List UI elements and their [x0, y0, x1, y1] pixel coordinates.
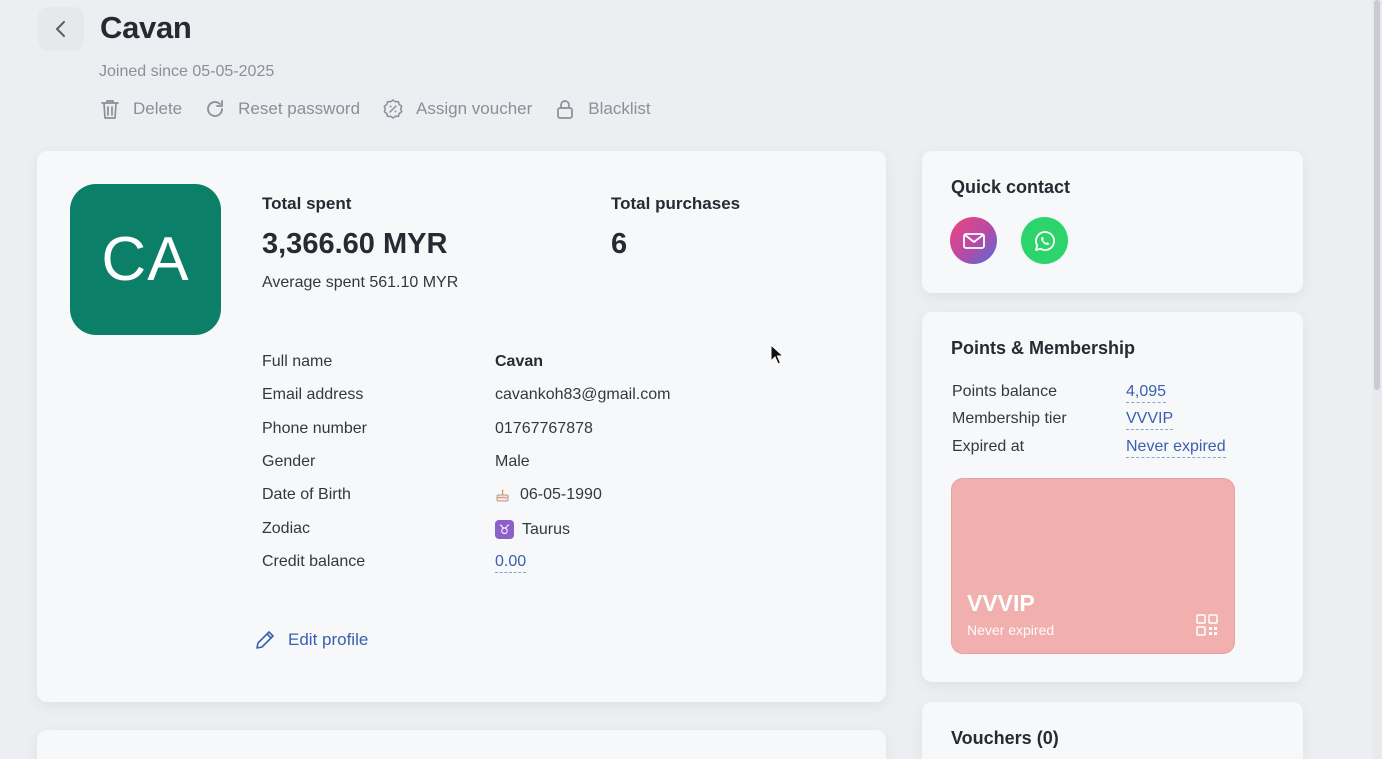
field-gender: Gender Male [262, 453, 822, 475]
assign-voucher-label: Assign voucher [416, 99, 533, 118]
back-button[interactable] [38, 7, 84, 51]
field-zodiac: Zodiac ♉ Taurus [262, 520, 822, 542]
phone-value[interactable]: 01767767878 [495, 420, 593, 438]
lock-icon [554, 98, 576, 120]
field-label: Gender [262, 453, 316, 470]
whatsapp-button[interactable] [1021, 217, 1068, 264]
blacklist-label: Blacklist [588, 99, 651, 118]
points-balance-link[interactable]: 4,095 [1126, 383, 1167, 403]
row-label: Expired at [952, 438, 1025, 455]
field-email: Email address cavankoh83@gmail.com [262, 386, 822, 408]
total-spent-label: Total spent [262, 194, 352, 213]
field-full-name: Full name Cavan [262, 353, 822, 375]
credit-balance-link[interactable]: 0.00 [495, 553, 527, 573]
expired-at-link[interactable]: Never expired [1126, 438, 1226, 458]
edit-profile-button[interactable]: Edit profile [253, 628, 368, 652]
total-purchases-label: Total purchases [611, 194, 741, 213]
whatsapp-icon [1034, 230, 1055, 251]
membership-tier-link[interactable]: VVVIP [1126, 410, 1174, 430]
field-label: Full name [262, 353, 333, 370]
field-value: 06-05-1990 [520, 486, 602, 503]
vouchers-title: Vouchers (0) [951, 728, 1059, 748]
total-purchases-value: 6 [611, 228, 628, 260]
action-toolbar: Delete Reset password Assign voucher Bla… [99, 96, 673, 122]
lower-card [37, 730, 886, 759]
total-spent-value: 3,366.60 MYR [262, 228, 448, 260]
delete-label: Delete [133, 99, 183, 118]
email-button[interactable] [950, 217, 997, 264]
delete-button[interactable]: Delete [99, 98, 182, 120]
mouse-cursor-icon [770, 343, 785, 371]
trash-icon [99, 98, 121, 120]
pencil-icon [253, 628, 277, 652]
voucher-badge-icon [382, 98, 404, 120]
field-label: Email address [262, 386, 364, 403]
email-value[interactable]: cavankoh83@gmail.com [495, 386, 670, 404]
cake-icon [495, 488, 510, 503]
reset-password-label: Reset password [238, 99, 361, 118]
zodiac-value-wrap: ♉ Taurus [495, 520, 570, 539]
row-label: Membership tier [952, 410, 1067, 427]
blacklist-button[interactable]: Blacklist [554, 98, 651, 120]
quick-contact-title: Quick contact [951, 177, 1071, 197]
row-label: Points balance [952, 383, 1057, 400]
expired-at-row: Expired at Never expired [952, 438, 1272, 460]
field-credit-balance: Credit balance 0.00 [262, 553, 822, 575]
dob-value-wrap: 06-05-1990 [495, 486, 602, 504]
qr-code-icon [1196, 614, 1218, 641]
card-expiry: Never expired [967, 622, 1055, 638]
membership-tier-row: Membership tier VVVIP [952, 410, 1272, 432]
joined-date: Joined since 05-05-2025 [99, 63, 275, 80]
email-icon [962, 232, 985, 249]
taurus-icon: ♉ [495, 520, 514, 539]
chevron-left-icon [56, 21, 65, 37]
card-tier: VVVIP [967, 590, 1035, 616]
field-value: Male [495, 453, 530, 470]
membership-card[interactable]: VVVIP Never expired [951, 478, 1235, 654]
field-label: Phone number [262, 420, 367, 437]
field-label: Date of Birth [262, 486, 351, 503]
average-spent: Average spent 561.10 MYR [262, 274, 459, 291]
credit-balance-wrap: 0.00 [495, 553, 527, 573]
field-value: Taurus [522, 520, 571, 538]
assign-voucher-button[interactable]: Assign voucher [382, 98, 532, 120]
page-title: Cavan [100, 10, 192, 45]
membership-title: Points & Membership [951, 338, 1136, 358]
field-date-of-birth: Date of Birth 06-05-1990 [262, 486, 822, 508]
scrollbar-thumb[interactable] [1374, 0, 1380, 390]
refresh-icon [204, 98, 226, 120]
avatar: CA [70, 184, 221, 335]
field-label: Zodiac [262, 520, 311, 537]
field-value: Cavan [495, 353, 544, 370]
field-phone: Phone number 01767767878 [262, 420, 822, 442]
field-label: Credit balance [262, 553, 366, 570]
points-balance-row: Points balance 4,095 [952, 383, 1272, 405]
reset-password-button[interactable]: Reset password [204, 98, 360, 120]
edit-profile-label: Edit profile [288, 630, 369, 649]
